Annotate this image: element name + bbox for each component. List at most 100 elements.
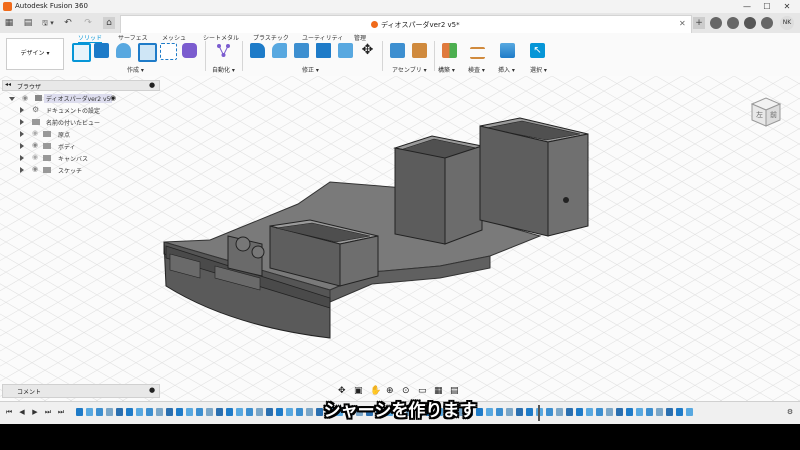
visibility-eye-icon[interactable]: ◉: [22, 94, 28, 102]
tree-item-sketches[interactable]: ◉ スケッチ: [2, 165, 158, 176]
visibility-eye-icon[interactable]: ◉: [32, 153, 38, 161]
tab-utilities[interactable]: ユーティリティ: [302, 33, 343, 42]
view-cube-front-face[interactable]: 前: [770, 110, 777, 119]
workspace-switcher[interactable]: デザイン ▾: [6, 38, 64, 70]
expand-arrow-icon[interactable]: [20, 131, 24, 137]
tree-item-named-views[interactable]: 名前の付いたビュー: [2, 117, 158, 128]
hole-icon[interactable]: [138, 43, 157, 62]
grid-settings-icon[interactable]: ▦: [434, 386, 443, 396]
press-pull-icon[interactable]: [250, 43, 265, 58]
notifications-icon[interactable]: [744, 17, 756, 29]
tab-mesh[interactable]: メッシュ: [162, 33, 186, 42]
expand-arrow-icon[interactable]: [20, 143, 24, 149]
tab-solid[interactable]: ソリッド: [78, 33, 103, 43]
shell-icon[interactable]: [316, 43, 331, 58]
select-icon[interactable]: ↖: [530, 43, 545, 58]
active-radio-icon[interactable]: ◉: [110, 94, 116, 102]
new-sketch-icon[interactable]: [72, 43, 91, 62]
select-group-label[interactable]: 選択 ▾: [530, 65, 547, 74]
close-tab-icon[interactable]: ✕: [679, 19, 686, 28]
revolve-icon[interactable]: [116, 43, 131, 58]
help-icon[interactable]: [761, 17, 773, 29]
ribbon-separator: [205, 41, 206, 71]
tree-item-label: スケッチ: [58, 168, 83, 175]
expand-arrow-icon[interactable]: [20, 155, 24, 161]
orbit-icon[interactable]: ✥: [338, 386, 346, 396]
visibility-eye-icon[interactable]: ◉: [32, 141, 38, 149]
create-group-label[interactable]: 作成 ▾: [127, 65, 144, 74]
expand-arrow-icon[interactable]: [20, 107, 24, 113]
tree-item-bodies[interactable]: ◉ ボディ: [2, 141, 158, 152]
undo-icon[interactable]: ↶: [62, 17, 74, 29]
automate-icon[interactable]: [216, 43, 230, 58]
tree-item-label: 原点: [58, 132, 71, 139]
comments-pin-icon[interactable]: ●: [149, 386, 155, 394]
modify-group-label[interactable]: 修正 ▾: [302, 65, 319, 74]
new-tab-button[interactable]: +: [693, 17, 705, 29]
view-cube-left-face[interactable]: 左: [756, 110, 763, 119]
pattern-icon[interactable]: [160, 43, 177, 60]
tree-root[interactable]: ◉ ディオスパーダver2 v5 ◉: [2, 93, 158, 104]
view-cube[interactable]: 左 前: [748, 94, 782, 127]
minimize-button[interactable]: —: [740, 1, 754, 12]
form-icon[interactable]: [182, 43, 197, 58]
tree-item-label: ボディ: [58, 144, 76, 151]
tree-item-origin[interactable]: ◉ 原点: [2, 129, 158, 140]
extensions-icon[interactable]: [710, 17, 722, 29]
file-menu-icon[interactable]: ▤: [22, 17, 34, 29]
expand-arrow-icon[interactable]: [20, 119, 24, 125]
insert-group-label[interactable]: 挿入 ▾: [498, 65, 515, 74]
app-title: Autodesk Fusion 360: [15, 2, 88, 10]
document-tab[interactable]: ディオスパーダver2 v5* ✕: [120, 15, 692, 34]
ribbon-separator: [242, 41, 243, 71]
tab-sheet-metal[interactable]: シートメタル: [203, 33, 239, 42]
viewports-icon[interactable]: ▤: [450, 386, 459, 396]
tab-manage[interactable]: 管理: [354, 33, 366, 42]
fit-icon[interactable]: ⊙: [402, 386, 410, 396]
expand-arrow-icon[interactable]: [9, 97, 15, 101]
expand-arrow-icon[interactable]: [20, 167, 24, 173]
document-icon: [371, 21, 378, 28]
automate-group-label[interactable]: 自動化 ▾: [212, 65, 235, 74]
browser-header[interactable]: ◂◂ ブラウザ ●: [2, 80, 160, 91]
redo-icon[interactable]: ↷: [82, 17, 94, 29]
inspect-group-label[interactable]: 検査 ▾: [468, 65, 485, 74]
move-icon[interactable]: ✥: [360, 43, 375, 58]
home-icon[interactable]: ⌂: [103, 17, 115, 29]
tree-item-canvases[interactable]: ◉ キャンバス: [2, 153, 158, 164]
grid-menu-icon[interactable]: ▦: [3, 17, 15, 29]
folder-icon: [43, 155, 51, 161]
pan-icon[interactable]: ✋: [370, 386, 381, 396]
insert-image-icon[interactable]: [500, 43, 515, 58]
construct-group-label[interactable]: 構築 ▾: [438, 65, 455, 74]
visibility-eye-icon[interactable]: ◉: [32, 165, 38, 173]
combine-icon[interactable]: [338, 43, 353, 58]
tab-surface[interactable]: サーフェス: [118, 33, 148, 42]
browser-pin-icon[interactable]: ●: [149, 81, 155, 89]
maximize-button[interactable]: ☐: [760, 1, 774, 12]
chamfer-icon[interactable]: [294, 43, 309, 58]
extrude-icon[interactable]: [94, 43, 109, 58]
joint-icon[interactable]: [412, 43, 427, 58]
tree-item-label: 名前の付いたビュー: [46, 120, 101, 127]
tab-plastic[interactable]: プラスチック: [253, 33, 289, 42]
browser-panel: ◂◂ ブラウザ ● ◉ ディオスパーダver2 v5 ◉ ⚙ ドキュメントの設定…: [2, 80, 160, 180]
construct-plane-icon[interactable]: [442, 43, 457, 58]
close-window-button[interactable]: ✕: [780, 1, 794, 12]
zoom-icon[interactable]: ⊕: [386, 386, 394, 396]
ribbon-separator: [434, 41, 435, 71]
avatar[interactable]: NK: [780, 16, 794, 30]
visibility-eye-icon[interactable]: ◉: [32, 129, 38, 137]
browser-title: ブラウザ: [17, 84, 42, 91]
look-at-icon[interactable]: ▣: [354, 386, 363, 396]
measure-icon[interactable]: [470, 47, 485, 59]
tree-item-document-settings[interactable]: ⚙ ドキュメントの設定: [2, 105, 158, 116]
fillet-icon[interactable]: [272, 43, 287, 58]
assembly-group-label[interactable]: アセンブリ ▾: [392, 65, 427, 74]
document-tab-row: ▦ ▤ 🖫 ▾ ↶ ↷ ⌂ ディオスパーダver2 v5* ✕ + NK: [0, 13, 800, 34]
collapse-icon[interactable]: ◂◂: [5, 81, 11, 88]
display-settings-icon[interactable]: ▭: [418, 386, 427, 396]
fusion-logo-icon: [3, 2, 12, 11]
new-component-icon[interactable]: [390, 43, 405, 58]
job-status-icon[interactable]: [727, 17, 739, 29]
